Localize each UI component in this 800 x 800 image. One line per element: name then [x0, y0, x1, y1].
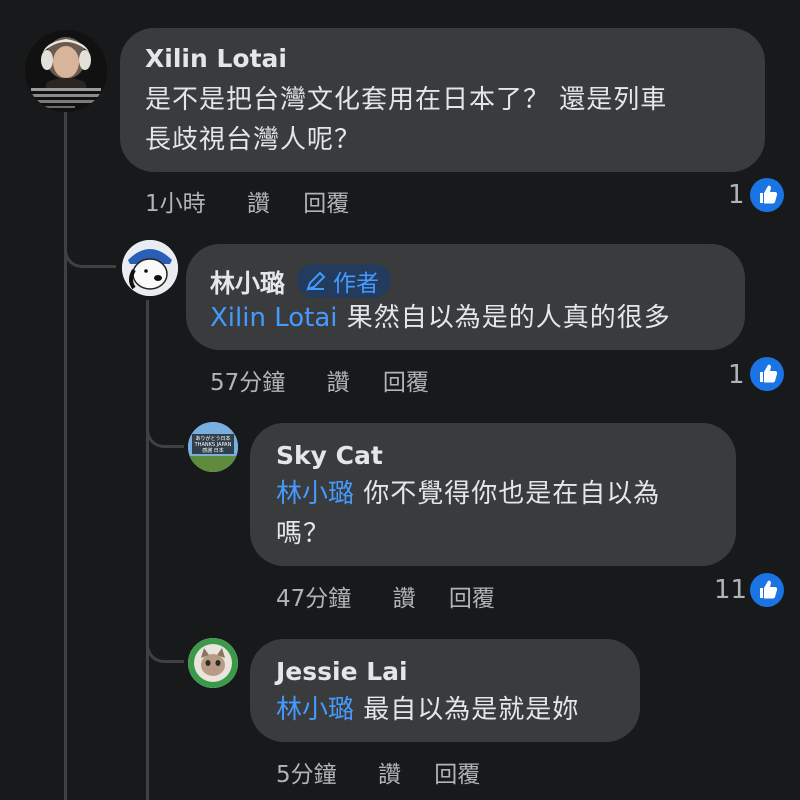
- comment-timestamp[interactable]: 47分鐘: [276, 586, 351, 612]
- mention-link[interactable]: 林小璐: [276, 479, 354, 509]
- avatar-text: 感謝 日本: [202, 447, 224, 454]
- like-button[interactable]: 讚: [378, 762, 401, 788]
- comment-timestamp[interactable]: 1小時: [145, 191, 206, 217]
- pencil-icon: [306, 271, 326, 291]
- comment-author[interactable]: Jessie Lai: [276, 657, 408, 686]
- author-badge: 作者: [297, 264, 391, 298]
- like-thumb-icon[interactable]: [750, 357, 784, 391]
- comment-text: 林小璐 最自以為是就是妳: [276, 690, 579, 730]
- portrait-avatar-icon: [25, 30, 107, 112]
- like-count: 1: [728, 180, 745, 210]
- comment-meta: 47分鐘 讚 回覆: [276, 579, 495, 613]
- thread-line-main: [64, 112, 67, 800]
- reply-button[interactable]: 回覆: [303, 191, 349, 217]
- thread-line-nested: [146, 300, 149, 800]
- comment-meta: 5分鐘 讚 回覆: [276, 755, 480, 789]
- comment-author[interactable]: Sky Cat: [276, 441, 383, 470]
- comment-text-body: 果然自以為是的人真的很多: [346, 303, 671, 333]
- comment-timestamp[interactable]: 57分鐘: [210, 370, 285, 396]
- reply-button[interactable]: 回覆: [434, 762, 480, 788]
- thread-connector-reply-2: [146, 410, 184, 448]
- reply-button[interactable]: 回覆: [449, 586, 495, 612]
- mention-link[interactable]: 林小璐: [276, 695, 354, 725]
- comment-timestamp[interactable]: 5分鐘: [276, 762, 337, 788]
- cat-avatar-icon: [188, 638, 238, 688]
- like-count: 1: [728, 360, 745, 390]
- thread-connector-reply-3: [146, 625, 184, 663]
- comment-author[interactable]: 林小璐: [210, 264, 285, 300]
- comment-text: Xilin Lotai 果然自以為是的人真的很多: [210, 298, 671, 338]
- comment-text-line: 長歧視台灣人呢？: [145, 125, 362, 155]
- thanks-japan-avatar-icon: ありがとう日本 THANKS JAPAN 感謝 日本: [188, 422, 238, 472]
- like-thumb-icon[interactable]: [750, 573, 784, 607]
- like-count: 11: [714, 575, 748, 605]
- author-badge-label: 作者: [333, 271, 379, 297]
- comment-meta: 57分鐘 讚 回覆: [210, 363, 429, 397]
- like-button[interactable]: 讚: [247, 191, 270, 217]
- mention-link[interactable]: Xilin Lotai: [210, 303, 338, 333]
- comment-text-line: 是不是把台灣文化套用在日本了？ 還是列車: [145, 85, 668, 115]
- comment-author[interactable]: Xilin Lotai: [145, 44, 287, 73]
- comment-text-body: 最自以為是就是妳: [363, 695, 580, 725]
- comment-text: 林小璐 你不覺得你也是在自以為: [276, 474, 660, 514]
- avatar[interactable]: [188, 638, 238, 688]
- avatar-text: ありがとう日本: [195, 435, 230, 442]
- avatar[interactable]: [122, 240, 178, 296]
- like-button[interactable]: 讚: [327, 370, 350, 396]
- like-thumb-icon[interactable]: [750, 178, 784, 212]
- reply-button[interactable]: 回覆: [383, 370, 429, 396]
- comment-text-body: 你不覺得你也是在自以為: [363, 479, 661, 509]
- thread-connector-reply-1: [64, 228, 116, 268]
- comment-meta: 1小時 讚 回覆: [145, 184, 349, 218]
- snoopy-avatar-icon: [122, 240, 178, 296]
- avatar[interactable]: [25, 30, 107, 112]
- like-button[interactable]: 讚: [393, 586, 416, 612]
- comment-text-line: 嗎？: [276, 519, 331, 549]
- avatar[interactable]: ありがとう日本 THANKS JAPAN 感謝 日本: [188, 422, 238, 472]
